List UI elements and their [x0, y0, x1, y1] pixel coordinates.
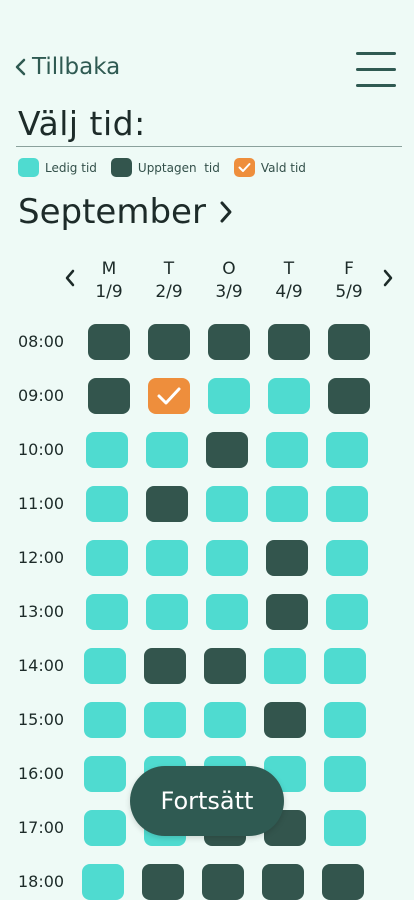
legend-free-label: Ledig tid	[45, 160, 97, 175]
time-slot-busy	[206, 432, 248, 468]
time-slot-busy	[328, 378, 370, 414]
legend: Ledig tid Upptagen tid Vald tid	[18, 158, 306, 177]
time-slot-free[interactable]	[206, 540, 248, 576]
time-label: 12:00	[18, 548, 65, 567]
time-slot-free[interactable]	[266, 432, 308, 468]
time-slot-free[interactable]	[86, 540, 128, 576]
time-slot-busy	[88, 324, 130, 360]
time-label: 11:00	[18, 494, 65, 513]
day-header: O 3/9	[209, 258, 249, 304]
day-date: 2/9	[155, 282, 183, 302]
time-slot-busy	[144, 648, 186, 684]
time-slot-free[interactable]	[208, 378, 250, 414]
time-label: 09:00	[18, 386, 65, 405]
time-slot-busy	[208, 324, 250, 360]
time-slot-busy	[328, 324, 370, 360]
time-slot-free[interactable]	[326, 432, 368, 468]
hamburger-menu-icon[interactable]	[356, 52, 396, 88]
time-slot-free[interactable]	[86, 432, 128, 468]
time-slot-chosen[interactable]	[148, 378, 190, 414]
day-letter: T	[283, 259, 295, 279]
back-button[interactable]: Tillbaka	[14, 54, 120, 80]
time-label: 18:00	[18, 872, 65, 891]
day-header: M 1/9	[89, 258, 129, 304]
day-date: 3/9	[215, 282, 243, 302]
legend-busy: Upptagen tid	[110, 158, 220, 177]
time-slot-free[interactable]	[326, 594, 368, 630]
day-date: 1/9	[95, 282, 123, 302]
time-label: 10:00	[18, 440, 65, 459]
time-slot-free[interactable]	[146, 540, 188, 576]
time-slot-free[interactable]	[84, 648, 126, 684]
time-slot-free[interactable]	[324, 702, 366, 738]
day-letter: T	[163, 259, 175, 279]
time-slot-free[interactable]	[206, 594, 248, 630]
checkmark-icon	[238, 163, 251, 172]
free-swatch	[18, 158, 39, 177]
time-slot-busy	[204, 648, 246, 684]
chevron-right-icon[interactable]	[218, 199, 234, 225]
day-header: F 5/9	[329, 258, 369, 304]
page-title: Välj tid:	[18, 104, 146, 143]
chosen-swatch	[233, 158, 255, 177]
busy-swatch	[110, 158, 132, 177]
time-slot-busy	[268, 324, 310, 360]
time-slot-free[interactable]	[146, 432, 188, 468]
time-slot-busy	[142, 864, 184, 900]
time-slot-free[interactable]	[326, 486, 368, 522]
time-slot-free[interactable]	[86, 594, 128, 630]
chevron-left-icon	[15, 58, 26, 76]
continue-button[interactable]: Fortsätt	[130, 766, 284, 836]
time-slot-free[interactable]	[268, 378, 310, 414]
legend-chosen-label: Vald tid	[260, 160, 306, 175]
time-slot-free[interactable]	[266, 486, 308, 522]
day-header: T 4/9	[269, 258, 309, 304]
time-slot-free[interactable]	[324, 756, 366, 792]
time-slot-busy	[146, 486, 188, 522]
time-slot-busy	[266, 540, 308, 576]
time-label: 13:00	[18, 602, 65, 621]
day-header: T 2/9	[149, 258, 189, 304]
back-label: Tillbaka	[32, 54, 121, 80]
time-slot-free[interactable]	[326, 540, 368, 576]
time-slot-free[interactable]	[146, 594, 188, 630]
day-date: 4/9	[275, 282, 303, 302]
time-label: 16:00	[18, 764, 65, 783]
time-label: 15:00	[18, 710, 65, 729]
day-letter: F	[344, 259, 354, 279]
time-slot-busy	[88, 378, 130, 414]
time-slot-free[interactable]	[84, 810, 126, 846]
time-label: 08:00	[18, 332, 65, 351]
time-slot-free[interactable]	[264, 648, 306, 684]
time-slot-free[interactable]	[82, 864, 124, 900]
time-slot-free[interactable]	[204, 702, 246, 738]
legend-free: Ledig tid	[18, 158, 97, 177]
month-selector: September	[18, 192, 234, 232]
month-label: September	[18, 192, 206, 232]
time-slot-busy	[264, 702, 306, 738]
day-letter: M	[101, 259, 117, 279]
checkmark-icon	[157, 387, 181, 405]
time-slot-free[interactable]	[206, 486, 248, 522]
next-week-icon[interactable]	[382, 268, 394, 288]
time-slot-free[interactable]	[84, 702, 126, 738]
time-slot-busy	[202, 864, 244, 900]
time-slot-busy	[266, 594, 308, 630]
time-slot-busy	[262, 864, 304, 900]
time-label: 17:00	[18, 818, 65, 837]
time-slot-free[interactable]	[324, 648, 366, 684]
previous-week-icon[interactable]	[64, 268, 76, 288]
time-slot-free[interactable]	[144, 702, 186, 738]
time-label: 14:00	[18, 656, 65, 675]
legend-chosen: Vald tid	[233, 158, 306, 177]
time-slot-free[interactable]	[84, 756, 126, 792]
legend-busy-label: Upptagen tid	[137, 160, 220, 175]
time-slot-busy	[322, 864, 364, 900]
time-slot-free[interactable]	[86, 486, 128, 522]
time-slot-free[interactable]	[324, 810, 366, 846]
day-date: 5/9	[335, 282, 363, 302]
time-slot-busy	[148, 324, 190, 360]
day-letter: O	[222, 259, 236, 279]
title-divider	[16, 146, 402, 147]
